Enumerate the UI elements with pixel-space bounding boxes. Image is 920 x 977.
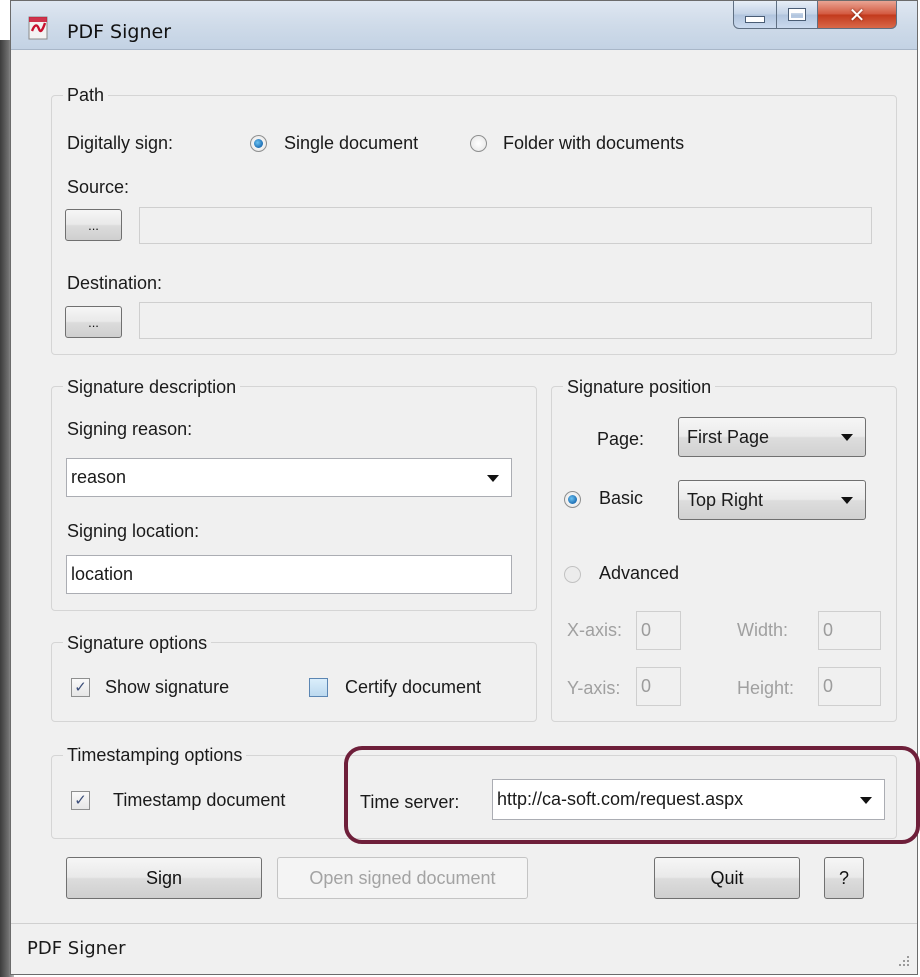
destination-browse-label: ... bbox=[88, 314, 99, 330]
chevron-down-icon bbox=[841, 434, 853, 441]
folder-documents-radio[interactable] bbox=[470, 135, 487, 152]
timestamp-document-checkbox[interactable]: ✓ bbox=[71, 791, 90, 810]
signing-reason-combo[interactable]: reason bbox=[66, 458, 512, 497]
show-signature-checkbox[interactable]: ✓ bbox=[71, 678, 90, 697]
single-document-label[interactable]: Single document bbox=[284, 132, 418, 154]
destination-browse-button[interactable]: ... bbox=[65, 306, 122, 338]
signing-reason-label: Signing reason: bbox=[67, 419, 193, 439]
window-title: PDF Signer bbox=[67, 21, 171, 43]
help-button[interactable]: ? bbox=[824, 857, 864, 899]
single-document-radio[interactable] bbox=[250, 135, 267, 152]
x-axis-label: X-axis: bbox=[567, 620, 623, 640]
signing-location-field[interactable]: location bbox=[66, 555, 512, 594]
x-axis-field[interactable]: 0 bbox=[636, 611, 681, 650]
maximize-button[interactable] bbox=[776, 1, 818, 29]
folder-documents-label[interactable]: Folder with documents bbox=[503, 132, 684, 154]
page-label: Page: bbox=[597, 429, 645, 449]
source-path-field[interactable] bbox=[139, 207, 872, 244]
status-bar: PDF Signer bbox=[11, 923, 917, 974]
quit-button[interactable]: Quit bbox=[654, 857, 800, 899]
source-label: Source: bbox=[67, 177, 130, 197]
basic-position-select[interactable]: Top Right bbox=[678, 480, 866, 520]
open-signed-document-button[interactable]: Open signed document bbox=[277, 857, 528, 899]
signing-location-value: location bbox=[71, 564, 134, 584]
sign-button[interactable]: Sign bbox=[66, 857, 262, 899]
timestamping-options-label: Timestamping options bbox=[63, 745, 247, 765]
x-axis-value: 0 bbox=[641, 620, 652, 640]
resize-grip-icon[interactable] bbox=[897, 954, 911, 968]
source-browse-label: ... bbox=[88, 217, 99, 233]
sign-button-label: Sign bbox=[145, 867, 183, 888]
signature-description-label: Signature description bbox=[63, 377, 241, 397]
show-signature-label[interactable]: Show signature bbox=[105, 676, 229, 698]
pdf-app-icon bbox=[28, 16, 48, 40]
basic-position-value: Top Right bbox=[687, 489, 764, 510]
help-button-label: ? bbox=[838, 867, 849, 888]
advanced-position-radio[interactable] bbox=[564, 566, 581, 583]
y-axis-value: 0 bbox=[641, 676, 652, 696]
minimize-icon bbox=[745, 16, 765, 23]
time-server-highlight bbox=[344, 746, 920, 844]
destination-path-field[interactable] bbox=[139, 302, 872, 339]
certify-document-checkbox[interactable] bbox=[309, 678, 328, 697]
title-bar[interactable]: PDF Signer ✕ bbox=[11, 1, 917, 50]
width-field[interactable]: 0 bbox=[818, 611, 881, 650]
close-icon: ✕ bbox=[848, 2, 866, 27]
y-axis-label: Y-axis: bbox=[567, 678, 621, 698]
quit-button-label: Quit bbox=[710, 867, 744, 888]
pdf-signer-window: PDF Signer ✕ Path Digitally sign: Single… bbox=[10, 0, 920, 975]
close-button[interactable]: ✕ bbox=[817, 1, 897, 29]
chevron-down-icon bbox=[841, 497, 853, 504]
advanced-position-label[interactable]: Advanced bbox=[599, 562, 679, 584]
timestamp-document-label[interactable]: Timestamp document bbox=[113, 789, 285, 811]
status-text: PDF Signer bbox=[27, 938, 126, 959]
height-field[interactable]: 0 bbox=[818, 667, 881, 706]
basic-position-label[interactable]: Basic bbox=[599, 487, 643, 509]
basic-position-radio[interactable] bbox=[564, 491, 581, 508]
width-label: Width: bbox=[737, 620, 789, 640]
signing-reason-value: reason bbox=[71, 467, 127, 487]
page-select-value: First Page bbox=[687, 426, 770, 447]
height-label: Height: bbox=[737, 678, 795, 698]
page-select[interactable]: First Page bbox=[678, 417, 866, 457]
signature-options-label: Signature options bbox=[63, 633, 212, 653]
source-browse-button[interactable]: ... bbox=[65, 209, 122, 241]
destination-label: Destination: bbox=[67, 273, 163, 293]
signing-location-label: Signing location: bbox=[67, 521, 200, 541]
signature-position-label: Signature position bbox=[563, 377, 716, 397]
y-axis-field[interactable]: 0 bbox=[636, 667, 681, 706]
minimize-button[interactable] bbox=[733, 1, 777, 29]
chevron-down-icon bbox=[487, 474, 499, 482]
width-value: 0 bbox=[823, 620, 834, 640]
certify-document-label[interactable]: Certify document bbox=[345, 676, 481, 698]
path-group-label: Path bbox=[63, 85, 109, 105]
height-value: 0 bbox=[823, 676, 834, 696]
digitally-sign-label: Digitally sign: bbox=[67, 133, 174, 153]
maximize-icon bbox=[788, 8, 806, 21]
open-signed-document-label: Open signed document bbox=[309, 867, 496, 888]
